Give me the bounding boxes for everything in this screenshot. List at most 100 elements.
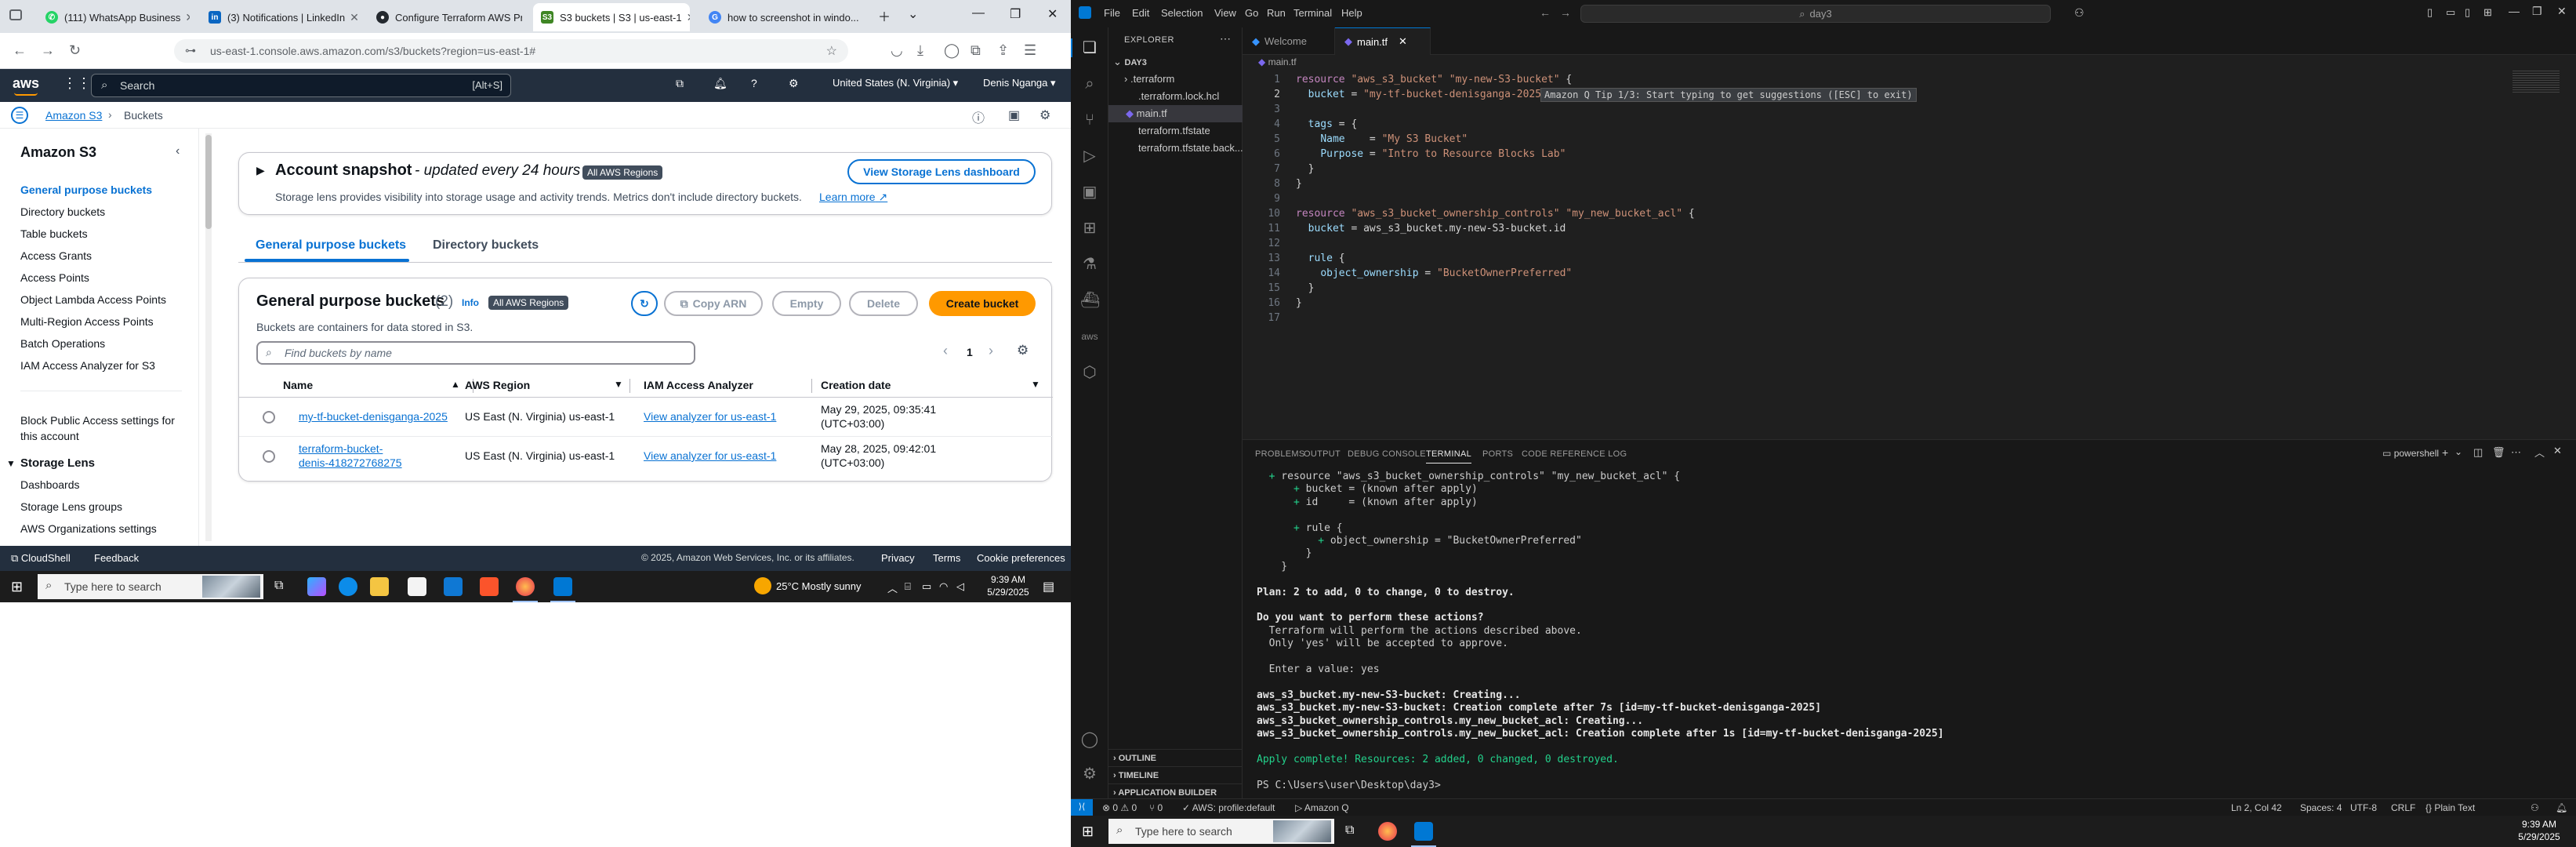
folder-day3[interactable]: ⌄ DAY3 <box>1108 53 1243 71</box>
row-radio[interactable] <box>263 411 275 424</box>
page-number[interactable]: 1 <box>967 346 973 358</box>
window-close-icon[interactable]: ✕ <box>1047 6 1058 22</box>
copilot-icon[interactable]: ⚇ <box>2074 6 2084 20</box>
panel-tab-terminal[interactable]: TERMINAL <box>1426 449 1472 463</box>
window-close-icon[interactable]: ✕ <box>2557 5 2567 18</box>
terminal-output[interactable]: + resource "aws_s3_bucket_ownership_cont… <box>1243 467 2576 799</box>
vscode-icon[interactable] <box>553 577 572 596</box>
sidenav-access-points[interactable]: Access Points <box>20 271 89 284</box>
next-page-icon[interactable]: › <box>989 343 993 359</box>
sidenav-table-buckets[interactable]: Table buckets <box>20 227 88 240</box>
analyzer-link[interactable]: View analyzer for us-east-1 <box>644 449 776 463</box>
feedback-link[interactable]: Feedback <box>94 552 139 564</box>
sort-icon[interactable]: ▼ <box>614 379 623 390</box>
ports-status[interactable]: ⑂ 0 <box>1149 802 1163 813</box>
menu-icon[interactable]: ☰ <box>1024 42 1036 59</box>
terminal-instance[interactable]: ▭ powershell <box>2382 448 2439 459</box>
panel-tab-debug-console[interactable]: DEBUG CONSOLE <box>1348 449 1426 459</box>
indentation-status[interactable]: Spaces: 4 <box>2300 802 2342 813</box>
weather-text[interactable]: 25°C Mostly sunny <box>776 580 862 592</box>
sidenav-iam-access-analyzer[interactable]: IAM Access Analyzer for S3 <box>20 359 155 372</box>
previous-page-icon[interactable]: ‹ <box>943 343 948 359</box>
file-lock-hcl[interactable]: .terraform.lock.hcl <box>1108 88 1243 105</box>
url-input[interactable]: ⊶ us-east-1.console.aws.amazon.com/s3/bu… <box>174 39 848 63</box>
tab-google[interactable]: G how to screenshot in windo... ✕ <box>701 3 862 31</box>
panel-tab-code-reference-log[interactable]: CODE REFERENCE LOG <box>1522 449 1627 459</box>
menu-go[interactable]: Go <box>1245 7 1258 19</box>
tab-welcome[interactable]: ◆ Welcome <box>1243 27 1335 55</box>
remote-explorer-icon[interactable]: ▣ <box>1080 183 1099 202</box>
back-icon[interactable]: ← <box>13 42 27 59</box>
refresh-button[interactable]: ↻ <box>631 291 658 316</box>
taskbar-search-input[interactable]: ⌕ Type here to search <box>38 574 263 599</box>
scrollbar-thumb[interactable] <box>205 135 212 229</box>
store-icon[interactable] <box>408 577 426 596</box>
restore-icon[interactable]: ❐ <box>1010 6 1021 22</box>
sidenav-dashboards[interactable]: Dashboards <box>20 478 80 491</box>
site-info-icon[interactable]: ⊶ <box>185 44 196 57</box>
panel-tab-ports[interactable]: PORTS <box>1482 449 1513 459</box>
toggle-panel-icon[interactable]: ▭ <box>2446 6 2455 19</box>
extensions-icon[interactable]: ⊞ <box>1080 219 1099 238</box>
sidenav-organizations-settings[interactable]: AWS Organizations settings <box>20 522 157 535</box>
source-control-icon[interactable]: ⑂ <box>1080 111 1099 129</box>
vscode-icon[interactable] <box>1414 822 1433 841</box>
bookmark-star-icon[interactable]: ☆ <box>826 43 837 59</box>
tab-main-tf[interactable]: ◆ main.tf ✕ <box>1335 27 1431 55</box>
amazon-q-status[interactable]: ▷ Amazon Q <box>1295 802 1349 813</box>
new-terminal-icon[interactable]: + <box>2442 446 2448 459</box>
notifications-bell-icon[interactable]: 🔔︎ <box>2556 802 2567 813</box>
table-settings-icon[interactable]: ⚙ <box>1017 343 1029 358</box>
language-status[interactable]: {} Plain Text <box>2425 802 2475 813</box>
share-icon[interactable]: ⇪ <box>997 42 1009 59</box>
minimap[interactable] <box>2513 71 2560 94</box>
panel-tab-output[interactable]: OUTPUT <box>1304 449 1341 459</box>
tab-general-purpose-buckets[interactable]: General purpose buckets <box>256 238 406 253</box>
firefox-icon[interactable] <box>516 577 535 596</box>
settings-icon[interactable]: ⚙ <box>1039 107 1050 123</box>
brave-icon[interactable] <box>480 577 499 596</box>
panel-tab-problems[interactable]: PROBLEMS <box>1255 449 1305 459</box>
close-icon[interactable]: ✕ <box>180 11 190 24</box>
explorer-icon[interactable]: ❏ <box>1080 38 1099 57</box>
column-name[interactable]: Name <box>283 379 313 391</box>
chevron-down-icon[interactable]: ⌄ <box>908 6 918 22</box>
sidenav-batch-operations[interactable]: Batch Operations <box>20 337 105 350</box>
sidenav-block-public-access[interactable]: Block Public Access settings for this ac… <box>20 413 185 444</box>
nav-back-icon[interactable]: ← <box>1540 6 1551 19</box>
table-row[interactable]: my-tf-bucket-denisganga-2025 US East (N.… <box>239 398 1053 437</box>
privacy-link[interactable]: Privacy <box>881 552 915 564</box>
search-icon[interactable]: ⌕ <box>1080 75 1099 93</box>
more-actions-icon[interactable]: ⋯ <box>1220 32 1231 45</box>
manage-gear-icon[interactable]: ⚙ <box>1080 765 1099 783</box>
file-tfstate[interactable]: terraform.tfstate <box>1108 122 1243 140</box>
outline-section[interactable]: › OUTLINE <box>1108 749 1243 766</box>
help-icon[interactable]: ? <box>751 77 757 89</box>
windows-start-icon[interactable]: ⊞ <box>1082 823 1094 840</box>
tab-whatsapp[interactable]: ✆ (111) WhatsApp Business ✕ <box>38 3 190 31</box>
tab-directory-buckets[interactable]: Directory buckets <box>433 238 539 253</box>
user-menu[interactable]: Denis Nganga ▾ <box>983 77 1056 89</box>
restore-icon[interactable]: ❐ <box>2532 5 2542 18</box>
maximize-panel-icon[interactable]: ︿ <box>2534 445 2545 460</box>
timeline-section[interactable]: › TIMELINE <box>1108 766 1243 783</box>
table-row[interactable]: terraform-bucket- denis-418272768275 US … <box>239 437 1053 476</box>
collapse-nav-icon[interactable]: ‹ <box>176 144 180 158</box>
windows-start-icon[interactable]: ⊞ <box>11 579 23 595</box>
problems-status[interactable]: ⊗ 0 ⚠ 0 <box>1102 802 1137 813</box>
menu-run[interactable]: Run <box>1267 7 1286 19</box>
minimize-icon[interactable]: — <box>2509 5 2520 17</box>
aws-toolkit-icon[interactable]: aws <box>1080 327 1099 346</box>
close-icon[interactable]: ✕ <box>859 11 862 24</box>
clock-date[interactable]: 5/29/2025 <box>985 587 1032 598</box>
menu-selection[interactable]: Selection <box>1161 7 1203 19</box>
docker-icon[interactable]: ⛴ <box>1080 291 1100 310</box>
analyzer-link[interactable]: View analyzer for us-east-1 <box>644 409 776 424</box>
extensions-icon[interactable]: ⧉ <box>971 42 981 59</box>
empty-button[interactable]: Empty <box>772 291 841 316</box>
sidenav-object-lambda-access-points[interactable]: Object Lambda Access Points <box>20 293 166 306</box>
split-terminal-icon[interactable]: ◫ <box>2473 446 2483 459</box>
bell-icon[interactable]: 🔔︎ <box>713 77 727 90</box>
sidenav-storage-lens-title[interactable]: Storage Lens <box>20 456 95 470</box>
delete-button[interactable]: Delete <box>849 291 918 316</box>
